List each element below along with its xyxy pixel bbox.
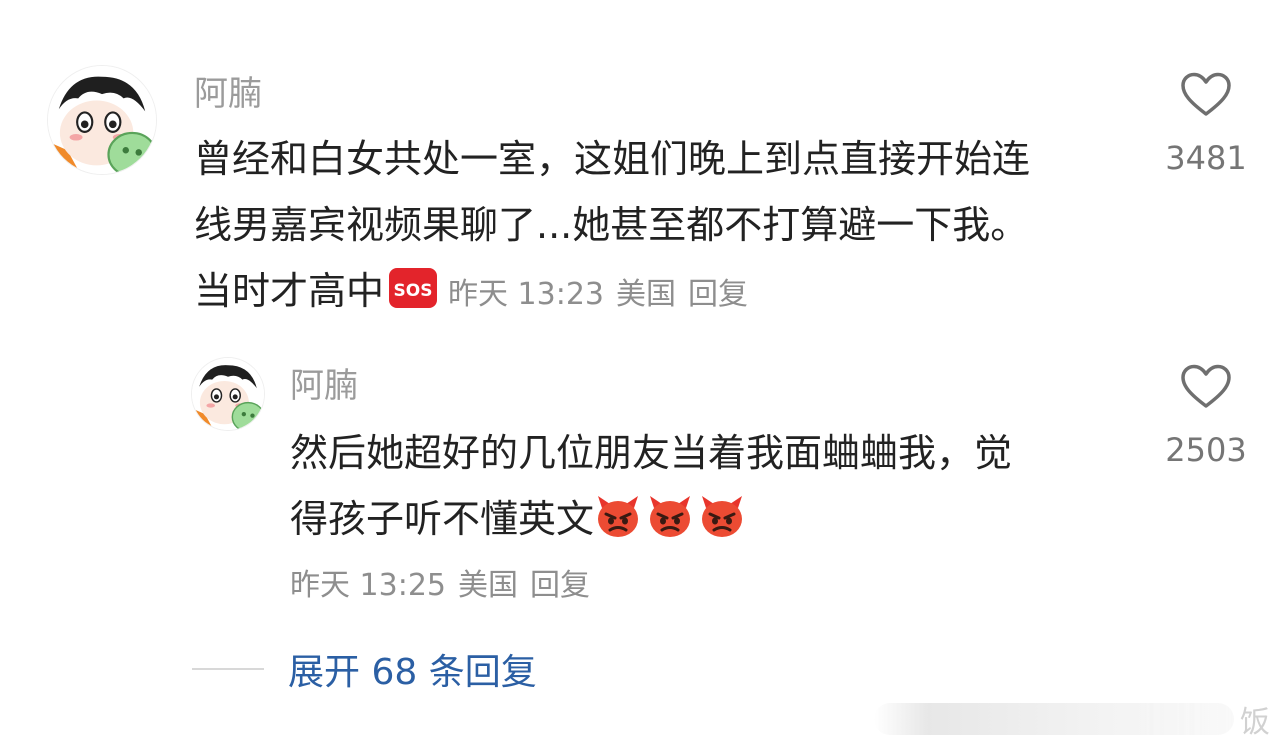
reply-like-count: 2503 [1165, 431, 1247, 469]
angry-devil-emoji [646, 494, 694, 538]
sos-emoji: SOS [388, 266, 438, 310]
expand-replies-link[interactable]: 展开 68 条回复 [288, 643, 537, 695]
comment-text-line-3-text: 当时才高中 [194, 269, 385, 313]
comment-time: 昨天 13:23 [448, 277, 605, 312]
comment-text-line-3: 当时才高中 SOS 昨天 13:23 美国 回复 [194, 258, 1030, 324]
svg-text:SOS: SOS [394, 281, 433, 301]
comment-text: 曾经和白女共处一室，这姐们晚上到点直接开始连 线男嘉宾视频果聊了...她甚至都不… [194, 126, 1030, 324]
reply-text-line-2-text: 得孩子听不懂英文 [290, 497, 595, 541]
reply-username[interactable]: 阿腩 [290, 366, 358, 406]
comment-like-button[interactable]: 3481 [1151, 72, 1261, 178]
expand-replies-row: 展开 68 条回复 [192, 644, 537, 694]
watermark-text: 饭 [1240, 705, 1270, 740]
comment-like-count: 3481 [1165, 139, 1247, 177]
comment-meta: 昨天 13:23 美国 回复 [448, 277, 760, 312]
reply-avatar[interactable] [192, 358, 264, 430]
avatar-illustration [192, 358, 264, 430]
comment-username[interactable]: 阿腩 [194, 74, 262, 114]
comment-location: 美国 [616, 277, 677, 312]
reply-meta: 昨天 13:25 美国 回复 [290, 566, 602, 606]
reply-text-line-2: 得孩子听不懂英文 [290, 486, 1012, 552]
heart-outline-icon [1181, 72, 1231, 116]
comment-avatar[interactable] [48, 66, 156, 174]
angry-devil-emoji [594, 494, 642, 538]
comment-text-line-2: 线男嘉宾视频果聊了...她甚至都不打算避一下我。 [194, 203, 1029, 247]
reply-like-button[interactable]: 2503 [1151, 364, 1261, 470]
comment-reply-button[interactable]: 回复 [688, 277, 748, 312]
reply-text-line-1: 然后她超好的几位朋友当着我面蛐蛐我，觉 [290, 431, 1013, 475]
heart-outline-icon [1181, 364, 1231, 408]
watermark-blur [874, 703, 1234, 735]
reply-location: 美国 [458, 568, 518, 603]
reply-reply-button[interactable]: 回复 [530, 568, 590, 603]
comment-text-line-1: 曾经和白女共处一室，这姐们晚上到点直接开始连 [194, 137, 1031, 181]
watermark: 饭 [874, 697, 1270, 741]
avatar-illustration [48, 66, 156, 174]
angry-devil-emoji [698, 494, 746, 538]
expand-divider [192, 668, 264, 670]
reply-text: 然后她超好的几位朋友当着我面蛐蛐我，觉 得孩子听不懂英文 [290, 420, 1012, 552]
reply-time: 昨天 13:25 [290, 568, 446, 603]
